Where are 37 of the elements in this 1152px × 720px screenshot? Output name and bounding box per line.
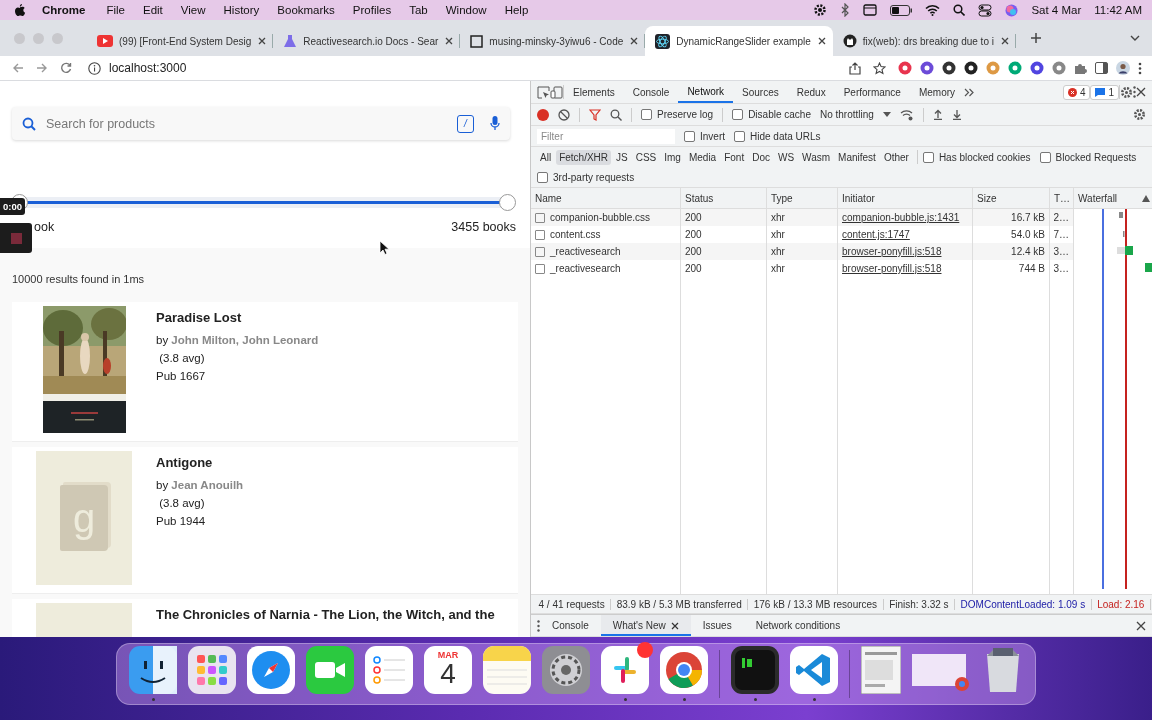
response-size: 16.7 kB: [1011, 212, 1045, 223]
shortcut-key: /: [457, 114, 474, 133]
book-authors: by John Milton, John Leonard: [156, 334, 319, 346]
recording-timer-tooltip: 0:00: [0, 198, 25, 215]
network-summary: Load: 2.16: [1091, 598, 1151, 610]
network-summary: 83.9 kB / 5.3 MB transferred: [611, 598, 749, 610]
response-size: 12.4 kB: [1011, 246, 1045, 257]
request-time: 3…: [1053, 246, 1069, 257]
status-code: 200: [685, 246, 702, 257]
request-type: xhr: [771, 212, 785, 223]
request-type: xhr: [771, 229, 785, 240]
request-type: xhr: [771, 246, 785, 257]
publish-year: Pub 1944: [156, 515, 206, 527]
response-size: 54.0 kB: [1011, 229, 1045, 240]
request-time: 3…: [1053, 263, 1069, 274]
menu-bar-time: 11:42 AM: [1094, 4, 1142, 16]
publish-year: Pub 1667: [156, 370, 206, 382]
book-authors: by Jean Anouilh: [156, 479, 244, 491]
network-summary: Finish: 3.32 s: [883, 598, 956, 610]
menu-bar-date: Sat 4 Mar: [1031, 4, 1082, 16]
book-rating: (3.8 avg): [158, 352, 205, 364]
result-stats: 10000 results found in 1ms: [12, 272, 146, 287]
request-time: 2…: [1053, 212, 1069, 223]
calendar-month: MAR: [437, 650, 459, 660]
network-summary: 176 kB / 13.3 MB resources: [748, 598, 884, 610]
response-size: 744 B: [1018, 263, 1045, 274]
request-time: 7…: [1053, 229, 1069, 240]
network-summary: DOMContentLoaded: 1.09 s: [955, 598, 1092, 610]
range-start-label: ook: [34, 220, 55, 234]
calendar-day: 4: [440, 660, 456, 688]
range-end-label: 3455 books: [451, 220, 516, 234]
request-type: xhr: [771, 263, 785, 274]
status-code: 200: [685, 263, 702, 274]
network-summary: 4 / 41 requests: [533, 598, 612, 610]
status-code: 200: [685, 212, 702, 223]
status-code: 200: [685, 229, 702, 240]
book-rating: (3.8 avg): [158, 497, 205, 509]
